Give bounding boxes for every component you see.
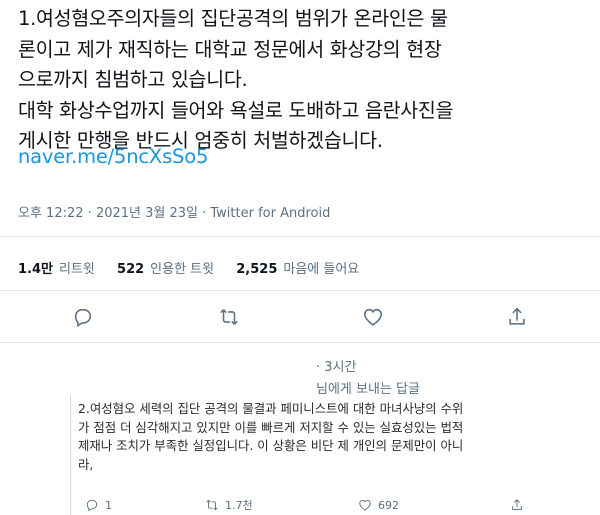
reply-icon: [86, 499, 98, 512]
reply-text: 2.여성혐오 세력의 집단 공격의 물결과 페미니스트에 대한 마녀사냥의 수위…: [78, 400, 588, 474]
tweet-text-line: 1.여성혐오주의자들의 집단공격의 범위가 온라인은 물: [18, 7, 448, 30]
retweet-icon: [220, 309, 238, 325]
tweet-text-line: 으로까지 침범하고 있습니다.: [18, 68, 248, 91]
divider: [0, 290, 600, 291]
share-button[interactable]: [506, 306, 530, 330]
reply-icon: [74, 308, 92, 328]
retweets-label: 리트윗: [59, 262, 95, 277]
likes-label: 마음에 들어요: [283, 262, 360, 277]
reply-like-count: 692: [378, 498, 399, 512]
reply-like-button[interactable]: 692: [358, 496, 399, 514]
likes-stat[interactable]: 2,525 마음에 들어요: [236, 262, 359, 277]
meta-separator: ·: [197, 206, 211, 221]
retweet-icon: [206, 500, 218, 510]
heart-icon: [359, 499, 371, 511]
reply-text-line: 2.여성혐오 세력의 집단 공격의 물결과 페미니스트에 대한 마녀사냥의 수위: [78, 401, 464, 416]
share-icon: [509, 307, 525, 325]
tweet-text: 1.여성혐오주의자들의 집단공격의 범위가 온라인은 물 론이고 제가 재직하는…: [18, 4, 593, 157]
reply-text-line: 제재나 조치가 부족한 실정입니다. 이 상황은 비단 제 개인의 문제만이 아…: [78, 438, 464, 453]
likes-count: 2,525: [236, 262, 278, 277]
reply-reply-count: 1: [105, 498, 112, 512]
reply-share-button[interactable]: [510, 496, 524, 514]
divider: [0, 236, 600, 237]
retweets-count: 1.4만: [18, 262, 53, 277]
tweet-stats: 1.4만 리트윗 522 인용한 트윗 2,525 마음에 들어요: [18, 258, 377, 277]
tweet-link[interactable]: naver.me/5ncXsSo5: [18, 145, 208, 168]
reply-text-line: 가 점점 더 심각해지고 있지만 이를 빠르게 저지할 수 있는 실효성있는 법…: [78, 419, 464, 435]
reply-retweet-button[interactable]: 1.7천: [205, 496, 253, 514]
tweet-time[interactable]: 오후 12:22: [18, 206, 84, 221]
reply-retweet-count: 1.7천: [225, 499, 253, 512]
divider: [0, 342, 600, 343]
reply-timestamp[interactable]: · 3시간: [316, 356, 356, 375]
reply-text-line: 라,: [78, 456, 94, 472]
quotes-label: 인용한 트윗: [150, 262, 215, 277]
retweet-button[interactable]: [218, 306, 242, 330]
retweets-stat[interactable]: 1.4만 리트윗: [18, 262, 95, 277]
heart-icon: [363, 308, 383, 326]
reply-reply-button[interactable]: 1: [85, 496, 112, 514]
share-icon: [512, 499, 522, 510]
tweet-date[interactable]: 2021년 3월 23일: [96, 206, 198, 221]
reply-button[interactable]: [72, 306, 96, 330]
tweet-meta: 오후 12:22 · 2021년 3월 23일 · Twitter for An…: [18, 202, 330, 221]
quotes-stat[interactable]: 522 인용한 트윗: [117, 262, 214, 277]
tweet-text-line: 론이고 제가 재직하는 대학교 정문에서 화상강의 현장: [18, 37, 442, 61]
reply-action-bar: 1 1.7천 692: [0, 496, 600, 514]
quotes-count: 522: [117, 262, 145, 277]
tweet-text-line: 대학 화상수업까지 들어와 욕설로 도배하고 음란사진을: [18, 98, 454, 122]
like-button[interactable]: [362, 306, 386, 330]
meta-separator: ·: [83, 206, 96, 221]
tweet-action-bar: [0, 306, 600, 330]
tweet-source[interactable]: Twitter for Android: [210, 206, 330, 221]
